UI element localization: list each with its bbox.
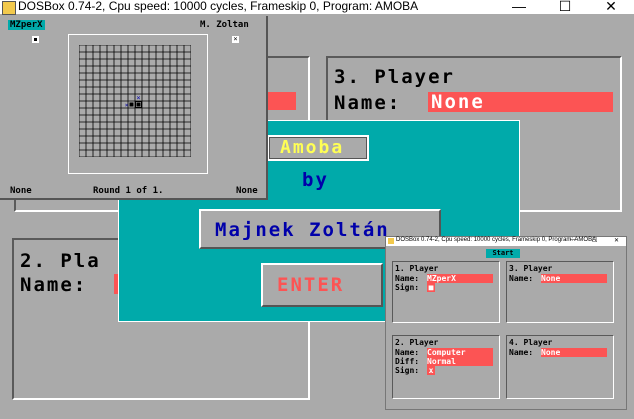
dosbox-app-icon [2,1,16,15]
mini-player3-name-field[interactable]: None [541,274,607,283]
x-sign-icon: × [233,35,238,43]
square-piece [136,102,141,107]
game-name-box: Amoba [267,135,369,161]
mini-player2-sign-label: Sign: [395,366,420,375]
mini-player2-sign-field[interactable]: x [427,366,435,375]
square-sign-icon [34,38,37,41]
mini-player1-name-field[interactable]: MZperX [427,274,493,283]
mini-player1-title: 1. Player [395,264,439,273]
mini-player4-name-field[interactable]: None [541,348,607,357]
mini-player2-title: 2. Player [395,338,439,347]
right-status: None [236,186,258,196]
start-button[interactable]: Start [486,249,520,258]
player2-title: 2. Pla [20,250,101,272]
mini-player2-name-field[interactable]: Computer [427,348,493,357]
mini-minimize-button[interactable]: — [570,237,576,243]
enter-button[interactable]: ENTER [261,263,383,307]
player3-name-field[interactable]: None [428,92,613,112]
game-name: Amoba [280,137,345,158]
window-titlebar: DOSBox 0.74-2, Cpu speed: 10000 cycles, … [0,0,634,15]
window-title: DOSBox 0.74-2, Cpu speed: 10000 cycles, … [18,0,419,13]
mini-player4-name-label: Name: [509,348,534,357]
game-window: MZperX M. Zoltan × × × None Round 1 of 1.… [0,16,268,200]
mini-player1-name-label: Name: [395,274,420,283]
mini-player4-panel: 4. Player Name: None [506,335,614,399]
mini-player1-panel: 1. Player Name: MZperX Sign: ■ [392,261,500,323]
mini-player1-sign-field[interactable]: ■ [427,283,435,292]
game-board: × × [68,34,208,174]
x-piece: × [136,94,140,102]
mini-player2-name-label: Name: [395,348,420,357]
maximize-button[interactable]: ☐ [542,0,588,14]
mini-player3-title: 3. Player [509,264,553,273]
x-piece: × [125,102,129,109]
board-grid[interactable]: ×× [79,45,191,157]
mini-player3-name-label: Name: [509,274,534,283]
by-label: by [302,169,329,191]
player2-name: M. Zoltan [200,20,249,30]
mini-maximize-button[interactable]: ☐ [592,237,597,244]
mini-close-button[interactable]: ✕ [614,237,619,244]
round-status: Round 1 of 1. [93,186,164,196]
mini-player3-panel: 3. Player Name: None [506,261,614,323]
mini-player2-diff-label: Diff: [395,357,420,366]
mini-player2-panel: 2. Player Name: Computer Diff: Normal Si… [392,335,500,399]
mini-app-icon [388,238,394,244]
player2-name-label: Name: [20,274,88,296]
mini-window-title: DOSBox 0.74-2, Cpu speed: 10000 cycles, … [396,237,597,243]
player1-name-field-bg [266,92,296,110]
player2-sign-box: × [232,36,239,43]
enter-label: ENTER [277,274,345,296]
mini-titlebar: DOSBox 0.74-2, Cpu speed: 10000 cycles, … [386,237,626,246]
close-button[interactable]: ✕ [588,0,634,14]
player3-title: 3. Player [334,66,455,88]
mini-player2-diff-field[interactable]: Normal [427,357,493,366]
player1-name: MZperX [8,20,45,30]
square-piece [129,102,134,107]
author-name: Majnek Zoltán [215,219,390,241]
player3-name-label: Name: [334,92,402,114]
mini-window: DOSBox 0.74-2, Cpu speed: 10000 cycles, … [385,236,627,410]
mini-player1-sign-label: Sign: [395,283,420,292]
left-status: None [10,186,32,196]
minimize-button[interactable]: — [496,0,542,14]
player1-sign-box [32,36,39,43]
mini-player4-title: 4. Player [509,338,553,347]
